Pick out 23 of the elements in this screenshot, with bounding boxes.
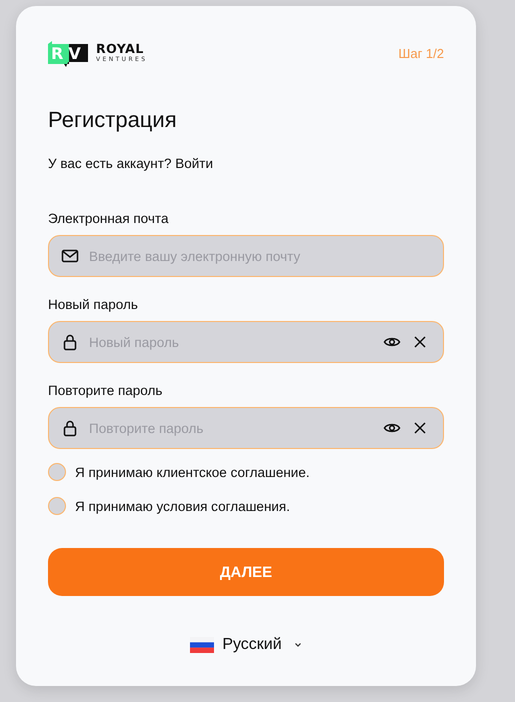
checkbox-label: Я принимаю клиентское соглашение. xyxy=(75,464,310,480)
checkbox[interactable] xyxy=(48,463,66,481)
field-label: Новый пароль xyxy=(48,297,139,313)
input-field[interactable]: Введите вашу электронную почту xyxy=(48,235,444,277)
login-link[interactable]: Войти xyxy=(175,156,213,171)
brand-name: ROYAL xyxy=(96,42,145,56)
mail-icon xyxy=(61,247,79,265)
lock-icon xyxy=(61,419,79,437)
input-field[interactable]: Повторите пароль xyxy=(48,407,444,449)
field-label: Повторите пароль xyxy=(48,383,164,399)
field-label: Электронная почта xyxy=(48,211,170,227)
text-input[interactable]: Введите вашу электронную почту xyxy=(89,248,429,264)
text-input[interactable]: Повторите пароль xyxy=(89,420,373,436)
lock-icon xyxy=(61,333,79,351)
input-field[interactable]: Новый пароль xyxy=(48,321,444,363)
language-selector[interactable]: Русский xyxy=(190,636,302,654)
step-indicator: Шаг 1/2 xyxy=(398,46,444,60)
text-input[interactable]: Новый пароль xyxy=(89,334,373,350)
checkbox-label: Я принимаю условия соглашения. xyxy=(75,498,290,514)
caret-icon xyxy=(294,641,302,649)
account-prompt: У вас есть аккаунт? Войти xyxy=(48,156,214,171)
checkbox[interactable] xyxy=(48,497,66,515)
page-title: Регистрация xyxy=(48,106,178,134)
